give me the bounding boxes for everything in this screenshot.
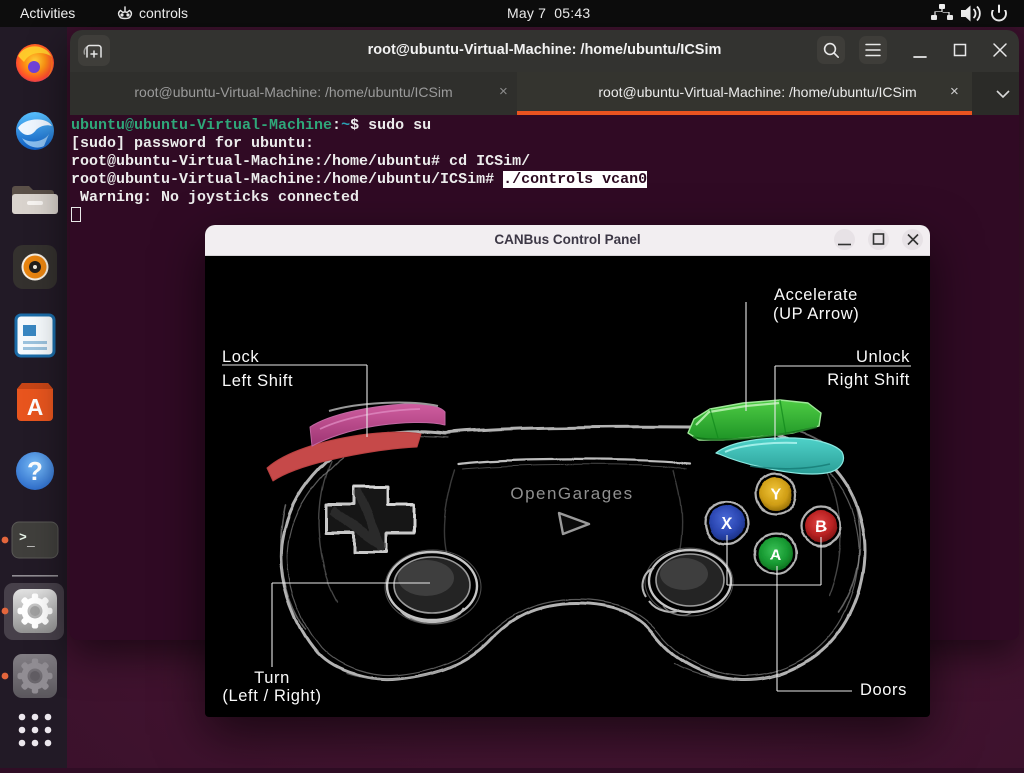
svg-text:(Left / Right): (Left / Right) [222, 687, 321, 705]
svg-text:Left Shift: Left Shift [222, 372, 293, 390]
svg-text:_: _ [26, 534, 35, 549]
svg-text:(UP Arrow): (UP Arrow) [773, 305, 859, 323]
svg-text:B: B [815, 518, 827, 536]
svg-text:A: A [770, 546, 782, 564]
svg-text:Accelerate: Accelerate [774, 286, 858, 304]
svg-text:Right Shift: Right Shift [827, 371, 910, 389]
svg-text:Doors: Doors [860, 681, 907, 699]
svg-text:A: A [27, 394, 44, 420]
svg-text:X: X [721, 515, 732, 533]
svg-text:Lock: Lock [222, 348, 259, 366]
svg-text:Turn: Turn [254, 669, 290, 687]
svg-text:>: > [19, 530, 27, 545]
svg-text:OpenGarages: OpenGarages [510, 484, 633, 503]
svg-text:Unlock: Unlock [856, 348, 910, 366]
svg-text:Y: Y [770, 486, 781, 504]
svg-text:?: ? [27, 456, 43, 486]
